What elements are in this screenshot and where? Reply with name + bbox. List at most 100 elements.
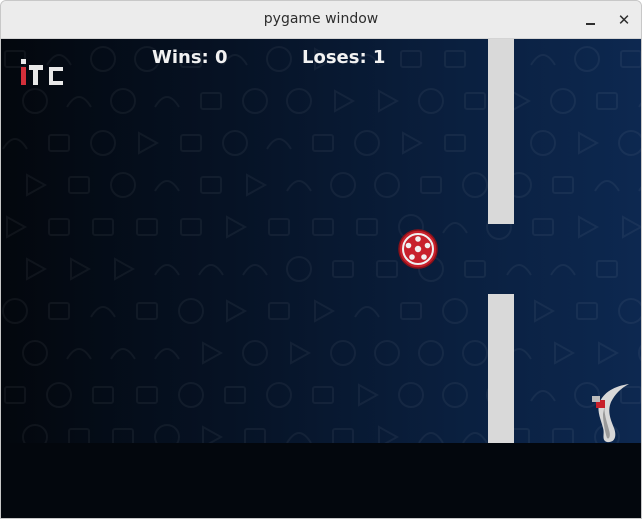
pattern-doodle bbox=[400, 50, 422, 68]
pattern-doodle bbox=[550, 264, 576, 276]
pattern-doodle bbox=[354, 306, 380, 318]
app-window: pygame window ✕ Wins: 0 Loses: 1 bbox=[0, 0, 642, 519]
pattern-doodle bbox=[242, 264, 268, 276]
pattern-doodle bbox=[506, 264, 532, 276]
pattern-doodle bbox=[312, 386, 334, 404]
pattern-doodle bbox=[110, 88, 136, 114]
pattern-doodle bbox=[242, 340, 268, 366]
pattern-doodle bbox=[554, 341, 576, 365]
pattern-doodle bbox=[110, 172, 136, 198]
pattern-doodle bbox=[202, 341, 224, 365]
close-button[interactable]: ✕ bbox=[613, 9, 635, 31]
pattern-doodle bbox=[92, 386, 114, 404]
pattern-doodle bbox=[136, 302, 158, 320]
pattern-doodle bbox=[400, 302, 422, 320]
pattern-doodle bbox=[462, 432, 488, 443]
pattern-doodle bbox=[180, 134, 202, 152]
pattern-doodle bbox=[374, 172, 400, 198]
pattern-doodle bbox=[226, 299, 248, 323]
pattern-doodle bbox=[418, 340, 444, 366]
pattern-doodle bbox=[532, 218, 554, 236]
pattern-doodle bbox=[596, 260, 618, 278]
pattern-doodle bbox=[552, 428, 574, 443]
pattern-doodle bbox=[90, 46, 116, 72]
minimize-icon bbox=[586, 23, 595, 25]
ground-strip bbox=[1, 443, 641, 518]
pattern-doodle bbox=[136, 218, 158, 236]
pattern-doodle bbox=[66, 96, 92, 108]
pattern-doodle bbox=[402, 131, 424, 155]
pattern-doodle bbox=[26, 257, 48, 281]
pattern-doodle bbox=[578, 131, 600, 155]
pattern-doodle bbox=[444, 50, 466, 68]
minimize-button[interactable] bbox=[579, 9, 601, 31]
pattern-doodle bbox=[70, 257, 92, 281]
pattern-doodle bbox=[114, 257, 136, 281]
game-canvas[interactable]: Wins: 0 Loses: 1 bbox=[1, 39, 641, 518]
pattern-doodle bbox=[358, 383, 380, 407]
pattern-doodle bbox=[268, 302, 290, 320]
pattern-doodle bbox=[638, 102, 641, 108]
loses-counter: Loses: 1 bbox=[302, 47, 386, 68]
pattern-doodle bbox=[48, 302, 70, 320]
pattern-doodle bbox=[638, 186, 641, 192]
background-pattern bbox=[2, 46, 641, 443]
pattern-doodle bbox=[618, 130, 641, 156]
pattern-doodle bbox=[576, 302, 598, 320]
pattern-doodle bbox=[2, 298, 28, 324]
pattern-doodle bbox=[462, 172, 488, 198]
pattern-doodle bbox=[68, 428, 90, 443]
pattern-doodle bbox=[286, 432, 312, 443]
pattern-doodle bbox=[534, 299, 556, 323]
pattern-doodle bbox=[286, 256, 312, 282]
trophy-emblem-icon bbox=[592, 384, 629, 443]
pattern-doodle bbox=[48, 134, 70, 152]
pattern-doodle bbox=[594, 180, 620, 192]
pattern-doodle bbox=[154, 264, 180, 276]
wins-counter: Wins: 0 bbox=[152, 47, 228, 68]
pattern-doodle bbox=[622, 215, 641, 239]
pattern-doodle bbox=[462, 340, 488, 366]
pattern-doodle bbox=[598, 341, 620, 365]
pattern-doodle bbox=[312, 218, 334, 236]
pattern-doodle bbox=[444, 134, 466, 152]
pattern-doodle bbox=[618, 298, 641, 324]
pattern-doodle bbox=[178, 298, 204, 324]
pattern-doodle bbox=[266, 46, 292, 72]
pattern-doodle bbox=[334, 89, 356, 113]
pattern-doodle bbox=[22, 88, 48, 114]
itc-logo bbox=[21, 59, 63, 85]
pattern-doodle bbox=[464, 260, 486, 278]
pattern-doodle bbox=[154, 96, 180, 108]
pattern-doodle bbox=[266, 382, 292, 408]
pattern-doodle bbox=[596, 92, 618, 110]
pattern-doodle bbox=[530, 54, 556, 66]
pattern-doodle bbox=[418, 432, 444, 443]
pattern-doodle bbox=[620, 50, 641, 68]
pattern-doodle bbox=[200, 92, 222, 110]
pattern-doodle bbox=[90, 306, 116, 318]
pattern-doodle bbox=[92, 218, 114, 236]
pipe-top bbox=[488, 39, 514, 224]
title-bar[interactable]: pygame window ✕ bbox=[1, 1, 641, 39]
window-title: pygame window bbox=[263, 11, 379, 27]
pattern-doodle bbox=[312, 134, 334, 152]
pattern-doodle bbox=[46, 382, 72, 408]
pattern-doodle bbox=[442, 298, 468, 324]
pattern-doodle bbox=[464, 92, 486, 110]
pattern-doodle bbox=[136, 386, 158, 404]
pattern-doodle bbox=[154, 348, 180, 360]
pattern-doodle bbox=[398, 382, 424, 408]
pattern-doodle bbox=[22, 340, 48, 366]
pattern-doodle bbox=[330, 340, 356, 366]
pattern-doodle bbox=[178, 382, 204, 408]
pattern-doodle bbox=[200, 176, 222, 194]
pattern-doodle bbox=[90, 130, 116, 156]
pattern-doodle bbox=[154, 180, 180, 192]
pattern-doodle bbox=[442, 222, 468, 234]
pattern-doodle bbox=[154, 424, 180, 443]
pattern-doodle bbox=[378, 89, 400, 113]
pattern-doodle bbox=[246, 173, 268, 197]
pattern-doodle bbox=[180, 218, 202, 236]
pattern-doodle bbox=[110, 348, 136, 360]
